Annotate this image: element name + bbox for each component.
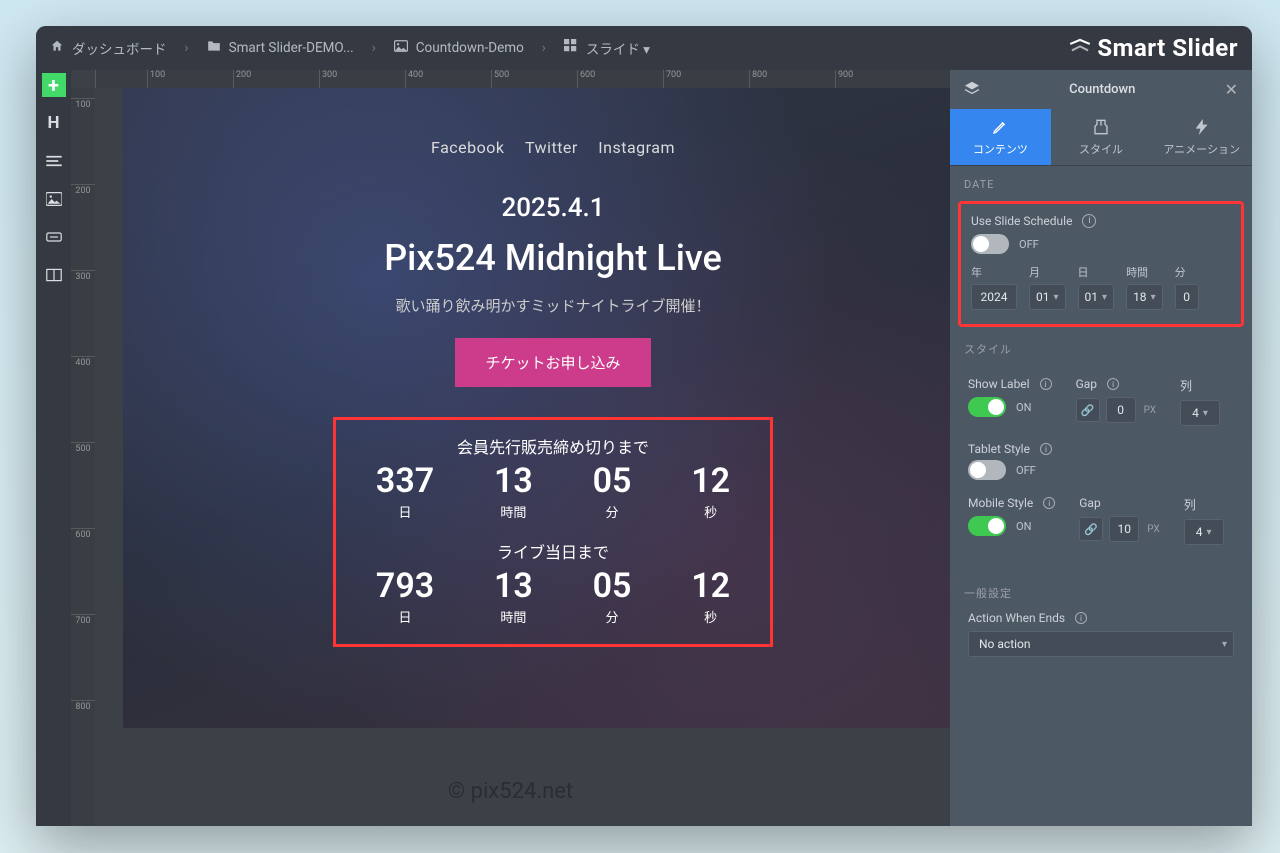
info-icon[interactable]: i xyxy=(1107,378,1119,390)
col-mobile-select[interactable]: 4 ▾ xyxy=(1184,519,1224,545)
left-toolbar: + H xyxy=(36,70,71,826)
gap-mobile-input[interactable]: 10 xyxy=(1109,516,1139,542)
text-tool[interactable] xyxy=(42,149,66,173)
layers-icon[interactable] xyxy=(964,81,980,99)
style-group: Show Label i ON Gap i 🔗 0 PX xyxy=(958,367,1244,563)
tab-content[interactable]: コンテンツ xyxy=(950,109,1051,165)
slide-date[interactable]: 2025.4.1 xyxy=(123,193,950,223)
slide-preview[interactable]: Facebook Twitter Instagram 2025.4.1 Pix5… xyxy=(123,88,950,728)
tab-style[interactable]: スタイル xyxy=(1051,109,1152,165)
slide-subtitle[interactable]: 歌い踊り飲み明かすミッドナイトライブ開催！ xyxy=(123,295,950,316)
toggle-state: OFF xyxy=(1019,238,1039,251)
info-icon[interactable]: i xyxy=(1075,612,1087,624)
section-style-label: スタイル xyxy=(950,337,1252,363)
panel-tabs: コンテンツ スタイル アニメーション xyxy=(950,109,1252,166)
year-input[interactable]: 2024 xyxy=(971,284,1017,310)
crumb-slides[interactable]: スライド ▾ xyxy=(586,38,650,58)
social-facebook[interactable]: Facebook xyxy=(423,138,512,157)
chevron-right-icon: › xyxy=(362,40,386,56)
section-general-label: 一般設定 xyxy=(950,573,1252,607)
grid-icon xyxy=(564,39,578,57)
section-date-label: DATE xyxy=(950,166,1252,197)
col-label: 列 xyxy=(1180,377,1216,394)
info-icon[interactable]: i xyxy=(1040,378,1052,390)
column-tool[interactable] xyxy=(42,263,66,287)
date-inputs: 年 2024 月 01 ▾ 日 01 ▾ 時間 18 ▾ 分 0 xyxy=(971,264,1231,310)
mobile-style-label: Mobile Style xyxy=(968,496,1033,510)
add-button[interactable]: + xyxy=(42,73,66,97)
social-links: Facebook Twitter Instagram xyxy=(123,138,950,157)
canvas[interactable]: 100 200 300 400 500 600 700 800 900 100 … xyxy=(71,70,950,826)
tablet-style-label: Tablet Style xyxy=(968,442,1030,456)
use-schedule-toggle[interactable] xyxy=(971,234,1009,254)
date-group-highlight: Use Slide Schedule i OFF 年 2024 月 01 ▾ 日… xyxy=(958,201,1244,327)
chevron-right-icon: › xyxy=(532,40,556,56)
ruler-horizontal: 100 200 300 400 500 600 700 800 900 xyxy=(95,70,950,88)
use-schedule-label: Use Slide Schedule xyxy=(971,214,1072,228)
button-tool[interactable] xyxy=(42,225,66,249)
tablet-toggle[interactable] xyxy=(968,460,1006,480)
use-slide-schedule-row: Use Slide Schedule i xyxy=(971,214,1231,228)
info-icon[interactable]: i xyxy=(1043,497,1055,509)
home-icon[interactable] xyxy=(50,39,64,57)
slide-title[interactable]: Pix524 Midnight Live xyxy=(123,237,950,279)
tab-animation[interactable]: アニメーション xyxy=(1151,109,1252,165)
link-icon[interactable]: 🔗 xyxy=(1079,517,1103,541)
folder-icon xyxy=(207,40,221,56)
crumb-slider[interactable]: Smart Slider-DEMO... xyxy=(229,40,354,56)
cta-button[interactable]: チケットお申し込み xyxy=(455,338,650,387)
general-group: Action When Ends i No action ▾ xyxy=(958,611,1244,671)
col-mobile-label: 列 xyxy=(1184,496,1220,513)
main-row: + H 100 200 300 400 500 600 xyxy=(36,70,1252,826)
heading-tool[interactable]: H xyxy=(42,111,66,135)
breadcrumb: ダッシュボード › Smart Slider-DEMO... › Countdo… xyxy=(50,38,650,58)
social-twitter[interactable]: Twitter xyxy=(517,138,586,157)
info-icon[interactable]: i xyxy=(1082,214,1096,228)
image-icon xyxy=(394,40,408,56)
day-select[interactable]: 01 ▾ xyxy=(1078,284,1115,310)
countdown2-title: ライブ当日まで xyxy=(346,539,760,563)
hour-select[interactable]: 18 ▾ xyxy=(1126,284,1163,310)
gap-mobile-label: Gap xyxy=(1079,496,1155,510)
product-logo: Smart Slider xyxy=(1067,34,1238,62)
link-icon[interactable]: 🔗 xyxy=(1076,398,1100,422)
info-icon[interactable]: i xyxy=(1040,443,1052,455)
panel-title: Countdown xyxy=(980,82,1225,97)
gap-input[interactable]: 0 xyxy=(1106,397,1136,423)
watermark: © pix524.net xyxy=(448,779,573,804)
action-ends-label: Action When Ends xyxy=(968,611,1065,625)
chevron-right-icon: › xyxy=(175,40,199,56)
countdown1-row: 337日 13時間 05分 12秒 xyxy=(346,464,760,521)
countdown1-title: 会員先行販売締め切りまで xyxy=(346,434,760,458)
action-ends-select[interactable]: No action ▾ xyxy=(968,631,1234,657)
image-tool[interactable] xyxy=(42,187,66,211)
col-select[interactable]: 4 ▾ xyxy=(1180,400,1220,426)
countdown2-row: 793日 13時間 05分 12秒 xyxy=(346,569,760,626)
month-select[interactable]: 01 ▾ xyxy=(1029,284,1066,310)
ruler-vertical: 100 200 300 400 500 600 700 800 xyxy=(71,88,95,826)
show-label-lab: Show Label xyxy=(968,377,1030,391)
social-instagram[interactable]: Instagram xyxy=(590,138,683,157)
countdown-highlight[interactable]: 会員先行販売締め切りまで 337日 13時間 05分 12秒 ライブ当日まで 7… xyxy=(333,417,773,647)
minute-input[interactable]: 0 xyxy=(1175,284,1199,310)
crumb-slide[interactable]: Countdown-Demo xyxy=(416,40,524,56)
crumb-dashboard[interactable]: ダッシュボード xyxy=(72,38,167,58)
close-icon[interactable]: ✕ xyxy=(1225,80,1238,99)
show-label-toggle[interactable] xyxy=(968,397,1006,417)
right-panel: Countdown ✕ コンテンツ スタイル アニメーション DATE xyxy=(950,70,1252,826)
mobile-toggle[interactable] xyxy=(968,516,1006,536)
panel-header: Countdown ✕ xyxy=(950,70,1252,109)
topbar: ダッシュボード › Smart Slider-DEMO... › Countdo… xyxy=(36,26,1252,70)
gap-label: Gap xyxy=(1076,377,1097,391)
app-window: ダッシュボード › Smart Slider-DEMO... › Countdo… xyxy=(36,26,1252,826)
